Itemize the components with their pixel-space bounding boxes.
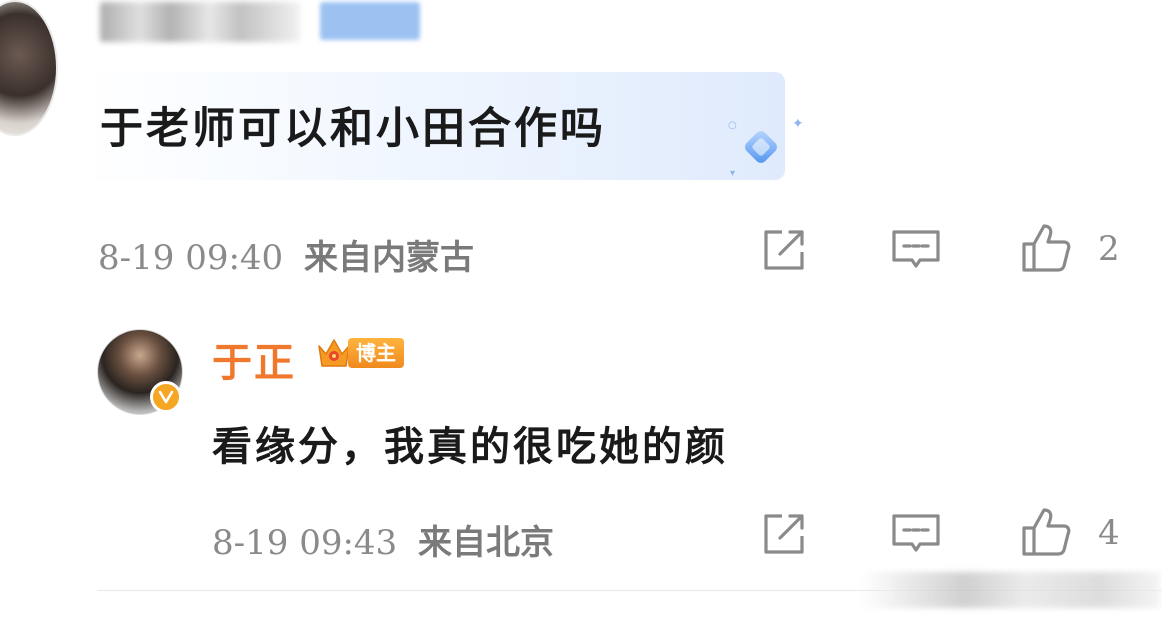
- commenter-avatar[interactable]: [0, 0, 58, 136]
- watermark-blurred: [860, 572, 1160, 608]
- comment-meta: 8-19 09:40 来自内蒙古: [98, 230, 474, 279]
- sparkle-icon: ✦: [792, 116, 804, 132]
- reply-text: 看缘分，我真的很吃她的颜: [212, 424, 728, 470]
- commenter-name-blurred: [100, 2, 300, 42]
- like-count: 4: [1098, 513, 1120, 553]
- diamond-decoration-icon: [745, 131, 777, 163]
- blogger-badge-label: 博主: [348, 338, 404, 368]
- sparkle-icon: ○: [728, 120, 737, 131]
- reply-time: 8-19 09:43: [212, 523, 398, 563]
- like-icon[interactable]: [1020, 506, 1072, 558]
- share-icon[interactable]: [758, 224, 810, 276]
- reply-icon[interactable]: [890, 508, 942, 560]
- like-count: 2: [1098, 229, 1120, 269]
- verified-badge-icon: [150, 381, 182, 413]
- blogger-badge: 博主: [316, 334, 408, 372]
- comment-location: 来自内蒙古: [304, 238, 474, 278]
- sparkle-icon: ▾: [730, 168, 736, 179]
- commenter-badge-blurred: [320, 2, 420, 40]
- share-icon[interactable]: [758, 508, 810, 560]
- like-icon[interactable]: [1020, 222, 1072, 274]
- reply-meta: 8-19 09:43 来自北京: [212, 515, 554, 564]
- comment-text: 于老师可以和小田合作吗: [100, 104, 606, 154]
- author-name[interactable]: 于正: [212, 330, 296, 388]
- reply-location: 来自北京: [418, 523, 554, 563]
- comment-time: 8-19 09:40: [98, 238, 284, 278]
- reply-icon[interactable]: [890, 224, 942, 276]
- crown-icon: [318, 339, 350, 367]
